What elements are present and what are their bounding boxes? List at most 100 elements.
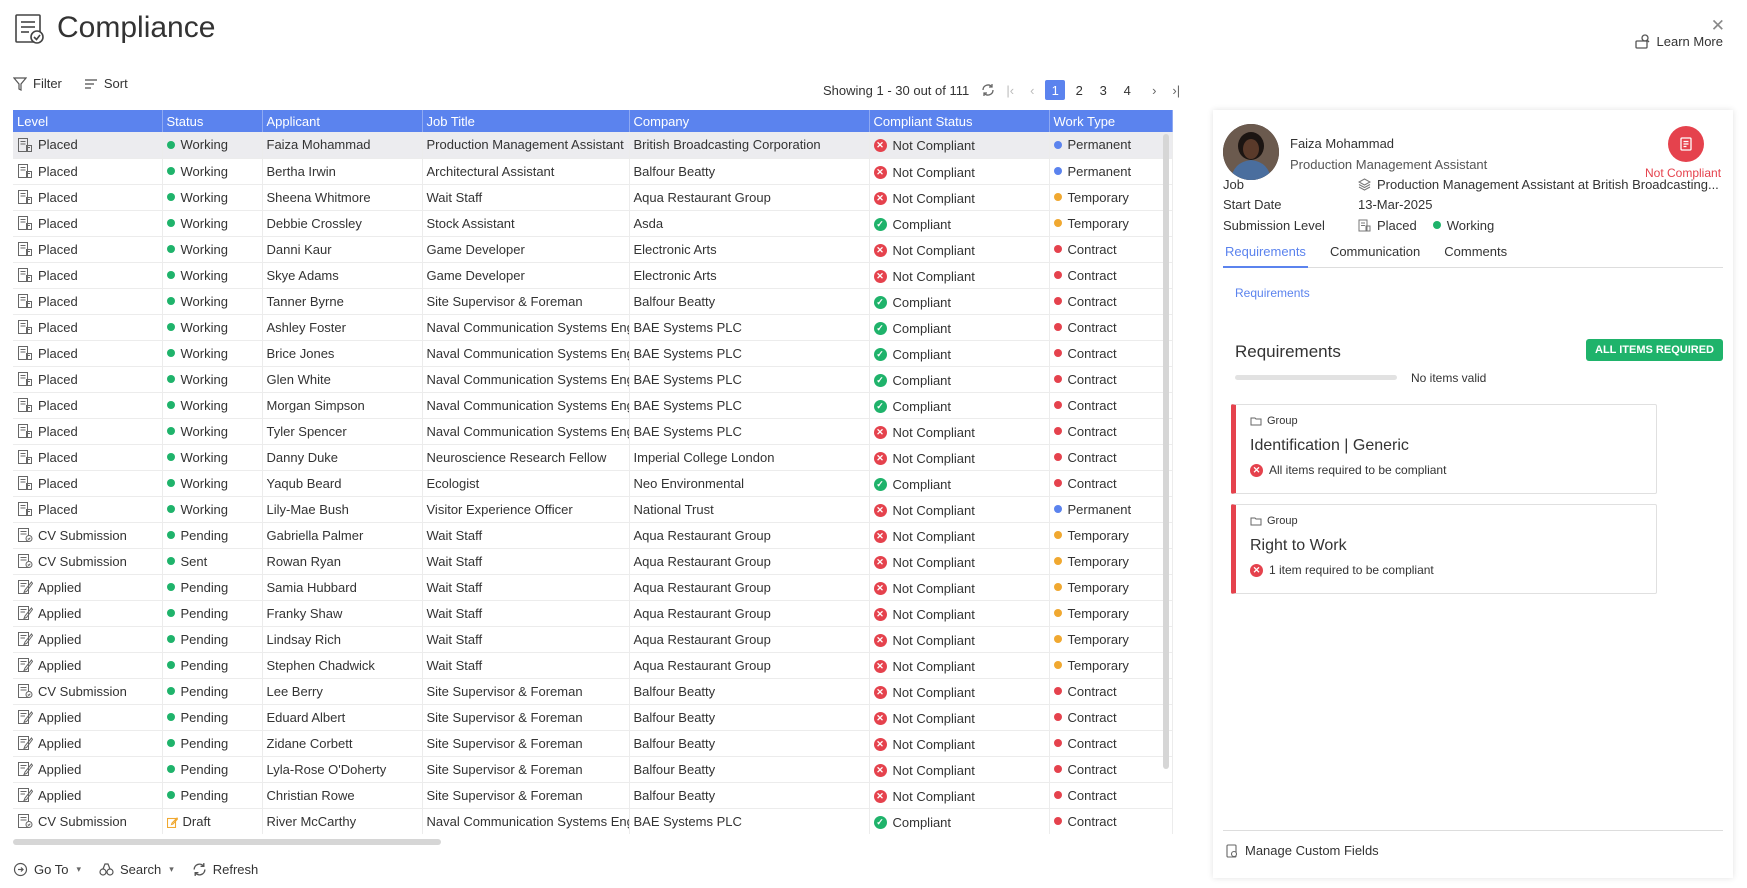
cell-status: Working [162,340,263,367]
table-row[interactable]: CV Submission Draft River McCarthy Naval Co… [13,808,1173,834]
table-row[interactable]: Applied Pending Franky Shaw Wait Staff Aqua … [13,600,1173,627]
cell-compliant-status: ✕ Not Compliant [869,522,1050,549]
table-row[interactable]: CV Submission Pending Lee Berry Site Superv… [13,678,1173,705]
column-header-job-title[interactable]: Job Title [422,110,630,132]
table-row[interactable]: Placed Working Ashley Foster Naval Communic… [13,314,1173,341]
placed-icon [18,320,32,334]
table-row[interactable]: Placed Working Tanner Byrne Site Supervisor… [13,288,1173,315]
work-type-text: Contract [1067,397,1117,413]
cell-applicant: Bertha Irwin [262,158,423,185]
cell-status: Working [162,470,263,497]
group-status: ✕ 1 item required to be compliant [1250,563,1434,577]
table-row[interactable]: Applied Pending Christian Rowe Site Supervi… [13,782,1173,809]
work-type-dot [1053,791,1062,800]
cell-level: CV Submission [13,678,163,705]
compliant-text: Not Compliant [892,138,975,154]
cell-job-title: Naval Communication Systems Eng [422,340,630,367]
table-row[interactable]: Placed Working Bertha Irwin Architectural A… [13,158,1173,185]
cell-job-title: Site Supervisor & Foreman [422,756,630,783]
cell-level: Placed [13,366,163,393]
page-button-3[interactable]: 3 [1093,80,1113,100]
first-page-icon[interactable]: |‹ [1001,81,1019,99]
table-row[interactable]: Placed Working Tyler Spencer Naval Communic… [13,418,1173,445]
cell-applicant: Zidane Corbett [262,730,423,757]
table-row[interactable]: Placed Working Danni Kaur Game Developer Ele… [13,236,1173,263]
tab-communication[interactable]: Communication [1328,244,1422,268]
table-row[interactable]: Placed Working Faiza Mohammad Production Ma… [13,132,1173,159]
column-header-work-type[interactable]: Work Type [1049,110,1173,132]
last-page-icon[interactable]: ›| [1167,81,1185,99]
cell-level: Placed [13,340,163,367]
avatar [1223,124,1279,180]
table-row[interactable]: Applied Pending Eduard Albert Site Supervis… [13,704,1173,731]
cell-work-type: Permanent [1049,158,1173,185]
sort-button[interactable]: Sort [84,76,128,91]
work-type-text: Contract [1067,787,1117,803]
cell-work-type: Contract [1049,262,1173,289]
refresh-button[interactable]: Refresh [192,862,258,877]
compliance-status-badge[interactable] [1668,126,1704,162]
job-value[interactable]: Production Management Assistant at Briti… [1358,177,1719,192]
cell-job-title: Production Management Assistant [422,132,630,159]
level-text: CV Submission [38,813,127,829]
cell-level: Applied [13,730,163,757]
column-header-compliant-status[interactable]: Compliant Status [869,110,1050,132]
requirement-group-card[interactable]: Group Identification | Generic ✕ All ite… [1231,404,1657,494]
prev-page-icon[interactable]: ‹ [1023,81,1041,99]
tab-requirements[interactable]: Requirements [1223,244,1308,268]
compliant-text: Not Compliant [892,788,975,804]
filter-button[interactable]: Filter [13,76,62,91]
manage-custom-fields-button[interactable]: Manage Custom Fields [1225,843,1379,858]
filter-label: Filter [33,76,62,91]
table-row[interactable]: Applied Pending Lyla-Rose O'Doherty Site Su… [13,756,1173,783]
table-row[interactable]: Placed Working Danny Duke Neuroscience Rese… [13,444,1173,471]
status-text: Working [180,163,228,179]
table-row[interactable]: Applied Pending Stephen Chadwick Wait Staff… [13,652,1173,679]
work-type-dot [1053,375,1062,384]
search-button[interactable]: Search ▾ [99,862,174,877]
table-row[interactable]: Placed Working Debbie Crossley Stock Assist… [13,210,1173,237]
compliant-text: Not Compliant [892,762,975,778]
page-button-1[interactable]: 1 [1045,80,1066,100]
table-row[interactable]: Applied Pending Lindsay Rich Wait Staff Aqua… [13,626,1173,653]
cell-company: Balfour Beatty [629,158,870,185]
cell-company: Asda [629,210,870,237]
table-row[interactable]: Placed Working Brice Jones Naval Communicat… [13,340,1173,367]
level-text: Placed [38,475,78,491]
column-header-level[interactable]: Level [13,110,163,132]
table-row[interactable]: Placed Working Morgan Simpson Naval Communi… [13,392,1173,419]
horizontal-scrollbar[interactable] [13,839,441,845]
table-row[interactable]: Placed Working Skye Adams Game Developer Ele… [13,262,1173,289]
table-row[interactable]: Placed Working Yaqub Beard Ecologist Neo Env… [13,470,1173,497]
page-button-4[interactable]: 4 [1117,80,1137,100]
cell-compliant-status: ✕ Not Compliant [869,730,1050,757]
page-button-2[interactable]: 2 [1069,80,1089,100]
cell-status: Pending [162,678,263,705]
column-header-company[interactable]: Company [629,110,870,132]
table-row[interactable]: CV Submission Sent Rowan Ryan Wait Staff Aqu… [13,548,1173,575]
table-row[interactable]: Placed Working Glen White Naval Communicati… [13,366,1173,393]
next-page-icon[interactable]: › [1145,81,1163,99]
table-row[interactable]: Placed Working Lily-Mae Bush Visitor Experi… [13,496,1173,523]
table-row[interactable]: Placed Working Sheena Whitmore Wait Staff Aq… [13,184,1173,211]
status-text: Pending [180,787,229,803]
column-header-status[interactable]: Status [162,110,263,132]
table-row[interactable]: CV Submission Pending Gabriella Palmer Wait… [13,522,1173,549]
check-icon: ✓ [873,295,887,309]
cell-compliant-status: ✕ Not Compliant [869,704,1050,731]
requirements-link[interactable]: Requirements [1235,286,1310,300]
placed-icon [18,268,32,282]
refresh-icon[interactable] [979,81,997,99]
error-icon: ✕ [873,139,887,153]
learn-more-button[interactable]: Learn More [1634,33,1723,50]
column-header-applicant[interactable]: Applicant [262,110,423,132]
vertical-scrollbar[interactable] [1163,134,1169,769]
table-row[interactable]: Applied Pending Samia Hubbard Wait Staff Aqu… [13,574,1173,601]
table-row[interactable]: Applied Pending Zidane Corbett Site Supervi… [13,730,1173,757]
submission-level-text: Placed [1377,218,1417,233]
requirement-group-card[interactable]: Group Right to Work ✕ 1 item required to… [1231,504,1657,594]
tab-comments[interactable]: Comments [1442,244,1509,268]
goto-button[interactable]: Go To ▾ [13,862,81,877]
status-text: Pending [180,761,229,777]
cell-work-type: Contract [1049,444,1173,471]
